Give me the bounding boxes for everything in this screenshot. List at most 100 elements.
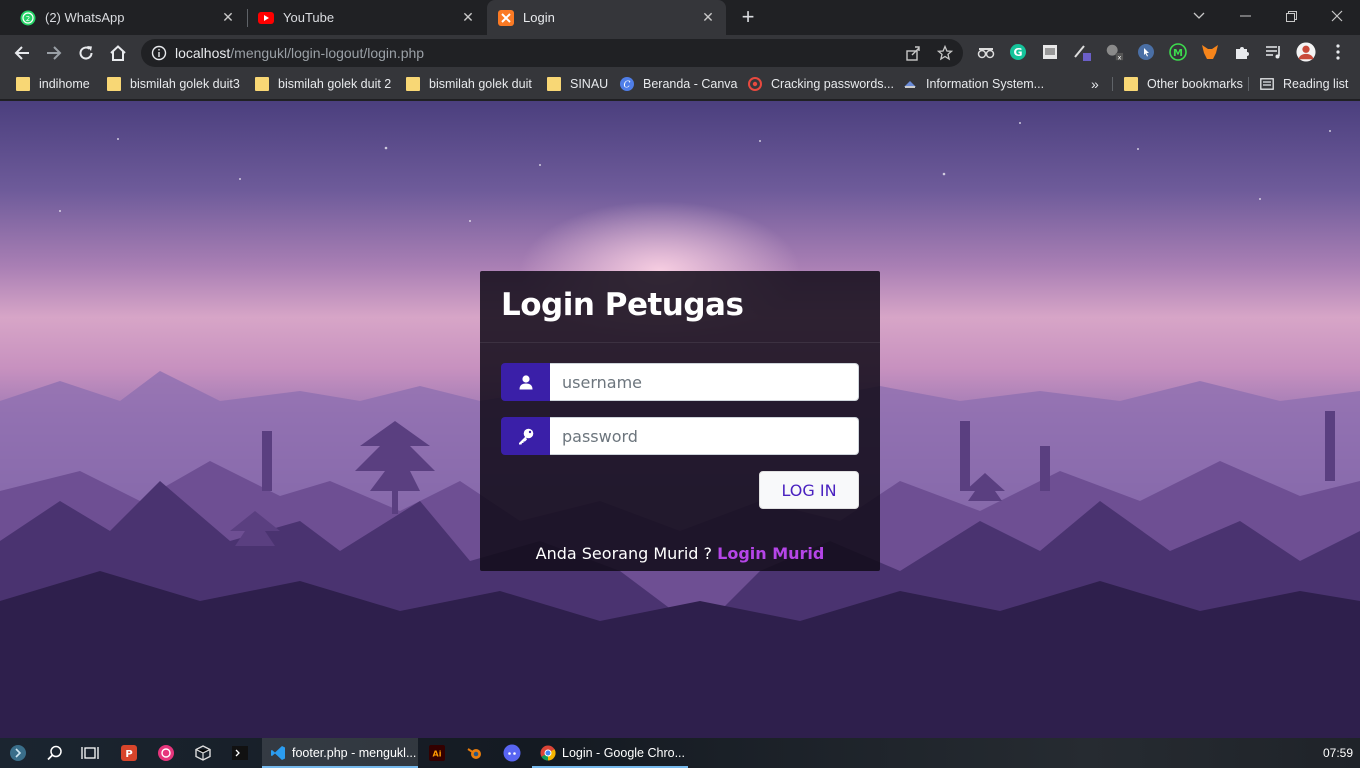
extension-spy-icon[interactable] bbox=[976, 42, 996, 62]
more-menu-icon[interactable] bbox=[1328, 42, 1348, 62]
address-bar[interactable]: localhost/mengukl/login-logout/login.php bbox=[141, 39, 963, 67]
username-field bbox=[501, 363, 859, 401]
extension-cursor-icon[interactable] bbox=[1136, 42, 1156, 62]
bookmark-label: Reading list bbox=[1283, 77, 1349, 91]
login-button[interactable]: LOG IN bbox=[759, 471, 859, 509]
password-input[interactable] bbox=[550, 417, 859, 455]
username-input[interactable] bbox=[550, 363, 859, 401]
user-icon bbox=[501, 363, 550, 401]
bookmark-label: Other bookmarks bbox=[1147, 77, 1243, 91]
bookmark-label: bismilah golek duit bbox=[429, 77, 532, 91]
page-viewport: Login Petugas LOG IN Anda Seorang Murid … bbox=[0, 101, 1360, 738]
bookmark-label: bismilah golek duit3 bbox=[130, 77, 240, 91]
star-icon[interactable] bbox=[937, 45, 953, 61]
task-view-icon[interactable] bbox=[80, 743, 100, 763]
bookmark-sinau[interactable]: SINAU bbox=[547, 70, 608, 98]
minimize-icon bbox=[1239, 15, 1251, 17]
vscode-icon bbox=[271, 746, 285, 760]
desktop-screen: 2 (2) WhatsApp ✕ YouTube ✕ Login ✕ + loc… bbox=[0, 0, 1360, 768]
media-queue-icon[interactable] bbox=[1264, 42, 1284, 62]
tab-login[interactable]: Login ✕ bbox=[487, 0, 726, 35]
cube-app-icon[interactable] bbox=[193, 743, 213, 763]
terminal-app-icon[interactable] bbox=[230, 743, 250, 763]
password-field bbox=[501, 417, 859, 455]
close-tab-icon[interactable]: ✕ bbox=[698, 8, 718, 28]
folder-icon bbox=[107, 77, 121, 91]
canva-icon: C bbox=[620, 77, 634, 91]
svg-text:2: 2 bbox=[26, 15, 30, 23]
url-path: /mengukl/login-logout/login.php bbox=[230, 45, 425, 61]
back-button[interactable] bbox=[8, 39, 36, 67]
reading-list-icon bbox=[1260, 78, 1274, 90]
extension-m-icon[interactable]: M bbox=[1168, 42, 1188, 62]
profile-avatar[interactable] bbox=[1296, 42, 1316, 62]
close-tab-icon[interactable]: ✕ bbox=[458, 8, 478, 28]
url-host: localhost bbox=[175, 45, 231, 61]
bookmark-cracking-passwords[interactable]: Cracking passwords... bbox=[748, 70, 894, 98]
info-icon bbox=[151, 45, 167, 61]
folder-icon bbox=[406, 77, 420, 91]
bookmarks-overflow-button[interactable]: » bbox=[1091, 70, 1099, 98]
puzzle-icon[interactable] bbox=[1232, 42, 1252, 62]
taskbar-app-chrome[interactable]: Login - Google Chro... bbox=[532, 738, 688, 768]
taskbar-app-label: footer.php - mengukl... bbox=[292, 746, 417, 760]
login-title: Login Petugas bbox=[501, 287, 744, 323]
reading-list-button[interactable]: Reading list bbox=[1260, 70, 1348, 98]
close-window-button[interactable] bbox=[1314, 0, 1360, 32]
svg-text:x: x bbox=[1118, 54, 1122, 61]
tab-strip: 2 (2) WhatsApp ✕ YouTube ✕ Login ✕ + bbox=[0, 0, 1360, 35]
url-text: localhost/mengukl/login-logout/login.php bbox=[175, 45, 424, 61]
illustrator-icon[interactable]: Ai bbox=[427, 743, 447, 763]
taskbar-app-vscode[interactable]: footer.php - mengukl... bbox=[262, 738, 418, 768]
youtube-icon bbox=[258, 10, 274, 26]
restore-button[interactable] bbox=[1268, 0, 1314, 32]
chevron-down-icon bbox=[1193, 12, 1205, 19]
arrow-left-icon bbox=[14, 46, 29, 60]
extension-pen-icon[interactable] bbox=[1072, 42, 1092, 62]
tab-whatsapp[interactable]: 2 (2) WhatsApp ✕ bbox=[0, 0, 246, 35]
start-icon[interactable] bbox=[8, 743, 28, 763]
share-icon[interactable] bbox=[905, 45, 921, 61]
reload-icon bbox=[79, 46, 93, 60]
bookmarks-bar: indihome bismilah golek duit3 bismilah g… bbox=[0, 70, 1360, 100]
search-icon[interactable] bbox=[45, 743, 65, 763]
folder-icon bbox=[1124, 77, 1138, 91]
home-icon bbox=[110, 45, 126, 61]
metamask-icon[interactable] bbox=[1200, 42, 1220, 62]
bookmark-other[interactable]: Other bookmarks bbox=[1124, 70, 1243, 98]
target-icon bbox=[748, 77, 762, 91]
bookmark-label: Information System... bbox=[926, 77, 1045, 91]
login-murid-link[interactable]: Login Murid bbox=[717, 544, 824, 563]
discord-icon[interactable] bbox=[502, 743, 522, 763]
home-button[interactable] bbox=[104, 39, 132, 67]
restore-icon bbox=[1285, 10, 1297, 22]
app-circle-icon[interactable] bbox=[156, 743, 176, 763]
blender-icon[interactable] bbox=[465, 743, 485, 763]
postman-icon[interactable]: P bbox=[119, 743, 139, 763]
close-tab-icon[interactable]: ✕ bbox=[218, 8, 238, 28]
bookmark-canva[interactable]: C Beranda - Canva bbox=[620, 70, 738, 98]
new-tab-button[interactable]: + bbox=[736, 6, 760, 30]
folder-icon bbox=[16, 77, 30, 91]
bookmark-golek-duit3[interactable]: bismilah golek duit3 bbox=[107, 70, 240, 98]
extension-cookie-icon[interactable]: x bbox=[1104, 42, 1124, 62]
xampp-icon bbox=[498, 9, 514, 26]
bookmark-label: indihome bbox=[39, 77, 90, 91]
bookmark-indihome[interactable]: indihome bbox=[16, 70, 90, 98]
close-icon bbox=[1331, 10, 1343, 22]
bookmark-golek-duit-2[interactable]: bismilah golek duit 2 bbox=[255, 70, 391, 98]
tab-youtube[interactable]: YouTube ✕ bbox=[248, 0, 486, 35]
bookmark-golek-duit[interactable]: bismilah golek duit bbox=[406, 70, 532, 98]
svg-text:M: M bbox=[1173, 48, 1183, 59]
forward-button[interactable] bbox=[40, 39, 68, 67]
system-clock[interactable]: 07:59 bbox=[1318, 738, 1358, 768]
student-prompt: Anda Seorang Murid ? bbox=[535, 544, 713, 563]
site-icon bbox=[904, 81, 916, 88]
bookmark-information-system[interactable]: Information System... bbox=[903, 70, 1044, 98]
minimize-button[interactable] bbox=[1222, 0, 1268, 32]
bookmark-divider bbox=[1248, 77, 1249, 91]
reload-button[interactable] bbox=[72, 39, 100, 67]
tab-search-button[interactable] bbox=[1176, 0, 1222, 32]
extension-image-icon[interactable] bbox=[1040, 42, 1060, 62]
grammarly-icon[interactable]: G bbox=[1008, 42, 1028, 62]
